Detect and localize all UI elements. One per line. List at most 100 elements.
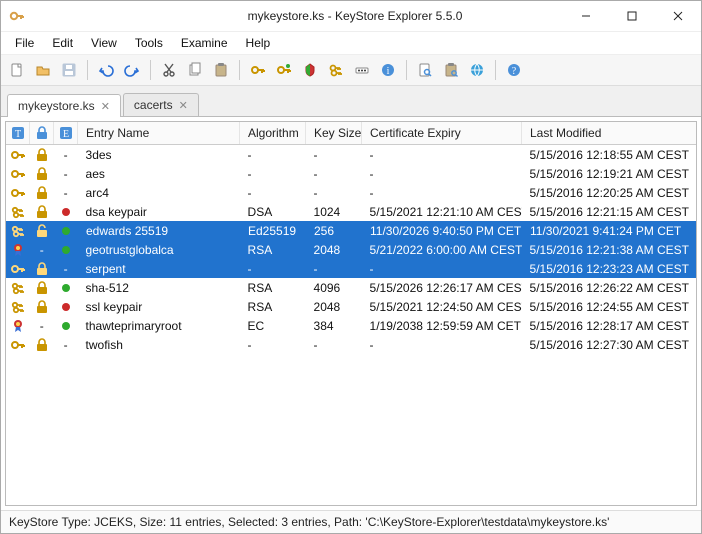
col-header-type[interactable]: T (6, 122, 30, 144)
table-row[interactable]: -3des---5/15/2016 12:18:55 AM CEST (6, 145, 696, 164)
certificate-icon (10, 318, 26, 334)
col-header-cert-expiry[interactable]: Certificate Expiry (362, 122, 522, 144)
copy-button[interactable] (183, 58, 207, 82)
cell-key-size: 2048 (306, 240, 362, 259)
cell-algorithm: - (240, 259, 306, 278)
cell-entry-name: twofish (78, 335, 240, 354)
cell-expiry: - (362, 164, 522, 183)
menu-tools[interactable]: Tools (127, 34, 171, 52)
import-cert-button[interactable] (298, 58, 322, 82)
table-row[interactable]: -twofish---5/15/2016 12:27:30 AM CEST (6, 335, 696, 354)
help-button[interactable]: ? (502, 58, 526, 82)
help-icon: ? (506, 62, 522, 78)
menu-view[interactable]: View (83, 34, 125, 52)
window-title: mykeystore.ks - KeyStore Explorer 5.5.0 (248, 9, 463, 23)
new-icon (9, 62, 25, 78)
status-valid-icon (58, 280, 74, 296)
save-icon (61, 62, 77, 78)
cell-lock: - (30, 316, 54, 335)
table-row[interactable]: sha-512RSA40965/15/2026 12:26:17 AM CEST… (6, 278, 696, 297)
keystore-table: T E Entry Name Algorithm Key Size Certif… (5, 121, 697, 506)
cell-algorithm: - (240, 183, 306, 202)
locked-icon (34, 280, 50, 296)
col-header-last-modified[interactable]: Last Modified (522, 122, 696, 144)
locked-icon (34, 204, 50, 220)
cell-key-size: - (306, 335, 362, 354)
gen-secret-key-icon (276, 62, 292, 78)
redo-button[interactable] (120, 58, 144, 82)
table-row[interactable]: edwards 25519Ed2551925611/30/2026 9:40:5… (6, 221, 696, 240)
statusbar-text: KeyStore Type: JCEKS, Size: 11 entries, … (9, 515, 609, 529)
tab-cacerts[interactable]: cacerts✕ (123, 93, 199, 116)
examine-ssl-button[interactable] (465, 58, 489, 82)
gen-keypair-button[interactable] (246, 58, 270, 82)
col-header-algorithm[interactable]: Algorithm (240, 122, 306, 144)
examine-clipboard-button[interactable] (439, 58, 463, 82)
save-button[interactable] (57, 58, 81, 82)
cell-expiry: 1/19/2038 12:59:59 AM CET (362, 316, 522, 335)
new-button[interactable] (5, 58, 29, 82)
cut-button[interactable] (157, 58, 181, 82)
tab-close-icon[interactable]: ✕ (101, 100, 110, 113)
cell-lock: - (30, 240, 54, 259)
maximize-button[interactable] (609, 1, 655, 31)
col-header-lock[interactable] (30, 122, 54, 144)
tab-mykeystore-ks[interactable]: mykeystore.ks✕ (7, 94, 121, 117)
col-header-entry-name[interactable]: Entry Name (78, 122, 240, 144)
open-button[interactable] (31, 58, 55, 82)
cell-lock (30, 183, 54, 202)
cell-algorithm: DSA (240, 202, 306, 221)
status-none: - (54, 262, 78, 276)
examine-file-button[interactable] (413, 58, 437, 82)
menu-edit[interactable]: Edit (44, 34, 81, 52)
tab-close-icon[interactable]: ✕ (179, 99, 188, 112)
cell-last-modified: 5/15/2016 12:24:55 AM CEST (522, 297, 696, 316)
paste-button[interactable] (209, 58, 233, 82)
close-button[interactable] (655, 1, 701, 31)
gen-secret-key-button[interactable] (272, 58, 296, 82)
locked-icon (34, 337, 50, 353)
col-header-expiry[interactable]: E (54, 122, 78, 144)
col-header-key-size[interactable]: Key Size (306, 122, 362, 144)
cell-type (6, 202, 30, 221)
cell-last-modified: 5/15/2016 12:20:25 AM CEST (522, 183, 696, 202)
key-icon (10, 337, 26, 353)
cell-expiry: 5/21/2022 6:00:00 AM CEST (362, 240, 522, 259)
paste-icon (213, 62, 229, 78)
minimize-button[interactable] (563, 1, 609, 31)
lock-header-icon (34, 125, 50, 141)
cell-type (6, 145, 30, 164)
cell-key-size: - (306, 183, 362, 202)
table-row[interactable]: ssl keypairRSA20485/15/2021 12:24:50 AM … (6, 297, 696, 316)
cell-expiry: - (362, 335, 522, 354)
table-row[interactable]: -aes---5/15/2016 12:19:21 AM CEST (6, 164, 696, 183)
import-keypair-button[interactable] (324, 58, 348, 82)
import-cert-icon (302, 62, 318, 78)
table-row[interactable]: dsa keypairDSA10245/15/2021 12:21:10 AM … (6, 202, 696, 221)
titlebar: mykeystore.ks - KeyStore Explorer 5.5.0 (1, 1, 701, 32)
cell-lock (30, 335, 54, 354)
table-row[interactable]: -geotrustglobalcaRSA20485/21/2022 6:00:0… (6, 240, 696, 259)
cell-status: - (54, 259, 78, 278)
status-none: - (54, 167, 78, 181)
menu-file[interactable]: File (7, 34, 42, 52)
cell-expiry: - (362, 183, 522, 202)
undo-button[interactable] (94, 58, 118, 82)
properties-button[interactable]: i (376, 58, 400, 82)
table-row[interactable]: -arc4---5/15/2016 12:20:25 AM CEST (6, 183, 696, 202)
cell-algorithm: RSA (240, 240, 306, 259)
menu-help[interactable]: Help (238, 34, 279, 52)
set-password-button[interactable] (350, 58, 374, 82)
cell-type (6, 278, 30, 297)
examine-clipboard-icon (443, 62, 459, 78)
cell-lock (30, 259, 54, 278)
redo-icon (124, 62, 140, 78)
tabstrip: mykeystore.ks✕cacerts✕ (1, 86, 701, 117)
menu-examine[interactable]: Examine (173, 34, 236, 52)
cell-entry-name: serpent (78, 259, 240, 278)
table-row[interactable]: -thawteprimaryrootEC3841/19/2038 12:59:5… (6, 316, 696, 335)
toolbar-separator (87, 60, 88, 80)
status-expired-icon (58, 299, 74, 315)
table-row[interactable]: -serpent---5/15/2016 12:23:23 AM CEST (6, 259, 696, 278)
undo-icon (98, 62, 114, 78)
